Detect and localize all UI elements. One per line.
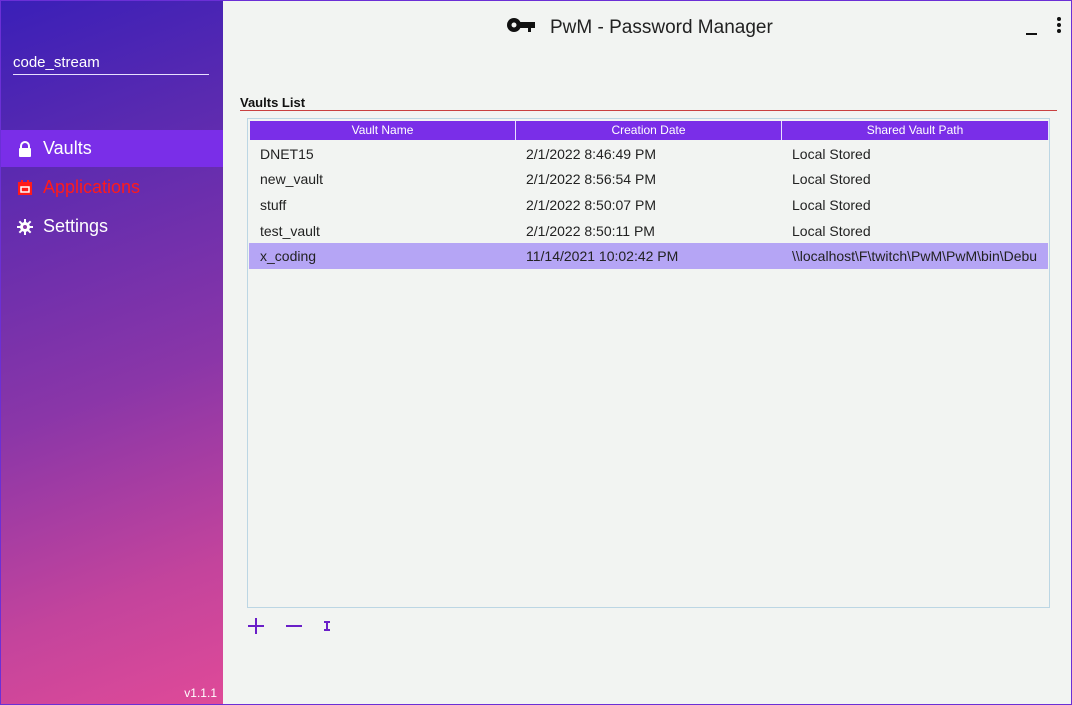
cell-vault-path: Local Stored (792, 145, 871, 162)
cell-vault-path: Local Stored (792, 171, 871, 188)
app-title: PwM - Password Manager (550, 17, 773, 38)
cell-vault-name: test_vault (260, 222, 320, 239)
cell-creation-date: 11/14/2021 10:02:42 PM (526, 248, 679, 265)
cell-creation-date: 2/1/2022 8:50:07 PM (526, 196, 656, 213)
key-icon (506, 17, 536, 39)
add-vault-button[interactable] (247, 617, 265, 635)
table-body: DNET15 2/1/2022 8:46:49 PM Local Stored … (249, 141, 1048, 269)
table-row-selected[interactable]: x_coding 11/14/2021 10:02:42 PM \\localh… (249, 243, 1048, 269)
vaults-table: Vault Name Creation Date Shared Vault Pa… (247, 118, 1050, 608)
table-row[interactable]: stuff 2/1/2022 8:50:07 PM Local Stored (249, 192, 1048, 218)
delete-vault-button[interactable] (285, 617, 303, 635)
version-label: v1.1.1 (184, 686, 217, 700)
cell-vault-name: x_coding (260, 248, 317, 265)
app-window: code_stream Vaults Applications Settings (0, 0, 1072, 705)
username-field[interactable]: code_stream (13, 53, 209, 75)
dot-icon (1057, 17, 1061, 21)
section-title: Vaults List (240, 95, 306, 110)
dot-icon (1057, 29, 1061, 33)
vault-toolbar (247, 617, 351, 635)
column-header-creation-date[interactable]: Creation Date (516, 121, 782, 140)
table-header: Vault Name Creation Date Shared Vault Pa… (250, 121, 1049, 140)
table-row[interactable]: DNET15 2/1/2022 8:46:49 PM Local Stored (249, 141, 1048, 167)
cell-vault-name: DNET15 (260, 145, 314, 162)
sidebar-nav: Vaults Applications Settings (1, 130, 223, 247)
cell-vault-name: stuff (260, 196, 287, 213)
cell-creation-date: 2/1/2022 8:56:54 PM (526, 171, 656, 188)
sidebar-item-applications[interactable]: Applications (1, 169, 223, 206)
sidebar-item-vaults[interactable]: Vaults (1, 130, 223, 167)
sidebar-item-label: Applications (43, 177, 141, 197)
title-bar: PwM - Password Manager (223, 1, 1071, 55)
cell-creation-date: 2/1/2022 8:50:11 PM (526, 222, 655, 239)
section-divider (240, 110, 1057, 111)
sidebar-item-label: Settings (43, 216, 109, 236)
table-row[interactable]: test_vault 2/1/2022 8:50:11 PM Local Sto… (249, 218, 1048, 244)
column-header-vault-name[interactable]: Vault Name (250, 121, 516, 140)
sidebar: code_stream Vaults Applications Settings (1, 1, 223, 704)
cell-vault-path: \\localhost\F\twitch\PwM\PwM\bin\Debu (792, 248, 1038, 265)
window-title: PwM - Password Manager (506, 17, 773, 39)
cell-vault-path: Local Stored (792, 222, 871, 239)
gear-icon (17, 218, 33, 235)
dot-icon (1057, 23, 1061, 27)
cell-vault-path: Local Stored (792, 196, 871, 213)
column-header-shared-vault-path[interactable]: Shared Vault Path (782, 121, 1049, 140)
more-menu-button[interactable] (1055, 17, 1063, 37)
minimize-button[interactable] (1025, 13, 1039, 37)
cell-creation-date: 2/1/2022 8:46:49 PM (526, 145, 656, 162)
lock-icon (17, 140, 33, 157)
table-row[interactable]: new_vault 2/1/2022 8:56:54 PM Local Stor… (249, 167, 1048, 193)
cell-vault-name: new_vault (260, 171, 324, 188)
sidebar-item-settings[interactable]: Settings (1, 208, 223, 245)
sidebar-item-label: Vaults (43, 138, 92, 158)
rename-vault-button[interactable] (323, 617, 331, 635)
calendar-icon (17, 179, 33, 196)
